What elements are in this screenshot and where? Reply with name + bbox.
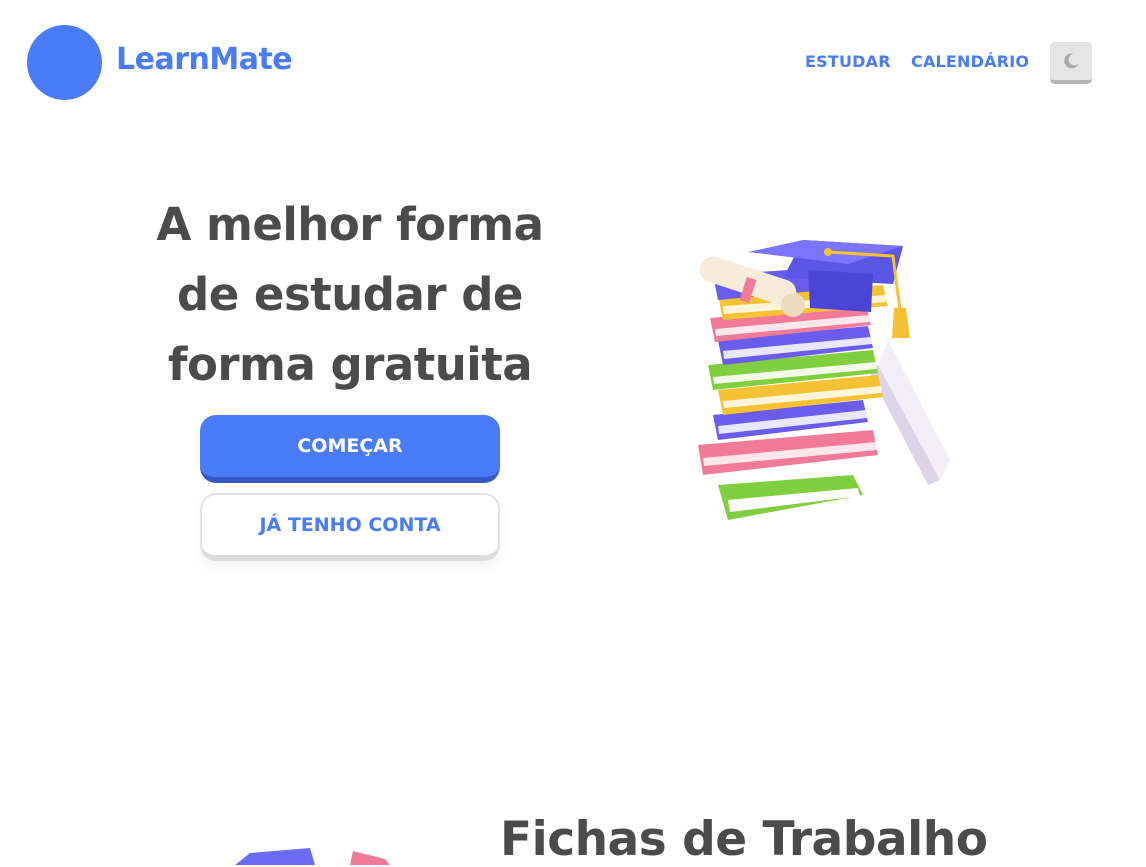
nav-link-estudar[interactable]: ESTUDAR — [805, 52, 891, 71]
brand-name[interactable]: LearnMate — [116, 42, 293, 77]
login-button[interactable]: JÁ TENHO CONTA — [200, 493, 500, 561]
worksheets-illustration — [235, 848, 390, 865]
books-illustration — [698, 240, 950, 520]
nav-link-calendario[interactable]: CALENDÁRIO — [911, 52, 1029, 71]
logo[interactable] — [27, 25, 102, 100]
hero-title-line: de estudar de — [177, 268, 523, 321]
section-title: Fichas de Trabalho — [500, 812, 988, 867]
moon-icon — [1064, 53, 1079, 69]
theme-toggle-button[interactable] — [1050, 42, 1092, 84]
hero-title-line: forma gratuita — [167, 338, 533, 391]
hero-title-line: A melhor forma — [156, 198, 544, 251]
hero-title: A melhor forma de estudar de forma gratu… — [110, 190, 590, 400]
start-button[interactable]: COMEÇAR — [200, 415, 500, 483]
